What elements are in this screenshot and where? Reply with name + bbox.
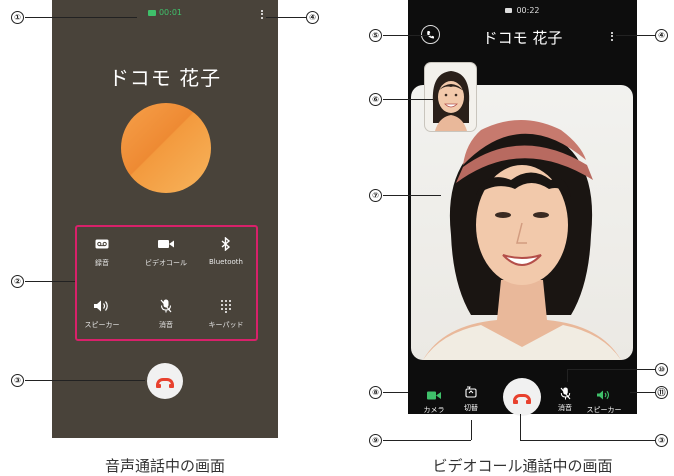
mute-button[interactable]: 消音: [136, 298, 196, 330]
switch-camera-icon: [451, 386, 491, 400]
callout-6: ⑥: [369, 93, 382, 106]
callout-line-9: [383, 440, 471, 441]
speaker-icon: [584, 388, 624, 402]
callout-5: ⑤: [369, 29, 382, 42]
more-options-icon[interactable]: [260, 8, 264, 20]
keypad-label: キーパッド: [208, 321, 244, 329]
callout-line-3-video: [520, 440, 655, 441]
callout-line-7: [383, 195, 441, 196]
callout-line-4-video: [616, 35, 655, 36]
caller-name: ドコモ 花子: [482, 29, 563, 47]
call-duration: 00:22: [516, 6, 540, 15]
end-call-button[interactable]: [503, 378, 541, 416]
mute-label: 消音: [159, 321, 173, 329]
call-duration: 00:01: [158, 8, 183, 17]
camera-toggle-button[interactable]: カメラ: [414, 388, 454, 415]
bluetooth-button[interactable]: Bluetooth: [196, 236, 256, 266]
video-call-button[interactable]: ビデオコール: [136, 236, 196, 268]
speaker-label: スピーカー: [586, 406, 622, 414]
video-call-caption: ビデオコール通話中の画面: [432, 457, 613, 475]
callout-4: ④: [306, 11, 319, 24]
callout-line-3-video-rise: [520, 414, 521, 440]
video-call-label: ビデオコール: [145, 259, 187, 267]
video-timer-icon: [505, 8, 513, 13]
speaker-icon: [72, 298, 132, 314]
record-label: 録音: [95, 259, 109, 267]
caller-name: ドコモ 花子: [108, 66, 222, 90]
end-call-icon: [513, 393, 531, 404]
bluetooth-icon: [196, 236, 256, 252]
camera-label: カメラ: [423, 406, 445, 414]
speaker-button[interactable]: スピーカー: [584, 388, 624, 415]
mic-off-icon: [545, 386, 585, 400]
end-call-button[interactable]: [147, 363, 183, 399]
video-call-screen: 00:22 ドコモ 花子 カメラ 切替 消音 スピーカー: [408, 0, 637, 416]
mute-button[interactable]: 消音: [545, 386, 585, 413]
speaker-button[interactable]: スピーカー: [72, 298, 132, 330]
mic-off-icon: [136, 298, 196, 314]
callout-10: ⑩: [655, 363, 668, 376]
switch-camera-label: 切替: [464, 404, 478, 412]
voice-call-caption: 音声通話中の画面: [104, 457, 225, 475]
status-bar: 00:01: [52, 8, 278, 17]
callout-3: ③: [11, 374, 24, 387]
callout-9: ⑨: [369, 434, 382, 447]
callout-2: ②: [11, 275, 24, 288]
callout-7: ⑦: [369, 189, 382, 202]
callout-1: ①: [11, 11, 24, 24]
callout-3-video: ③: [655, 434, 668, 447]
voicemail-icon: [72, 236, 132, 252]
callout-line-3: [25, 380, 145, 381]
call-timer-icon: [147, 9, 156, 16]
callout-line-9-rise: [471, 420, 472, 440]
camera-icon: [414, 388, 454, 402]
dialpad-icon: [196, 298, 256, 314]
callout-line-5: [383, 35, 430, 36]
record-button[interactable]: 録音: [72, 236, 132, 268]
callout-line-1: [25, 17, 137, 18]
keypad-button[interactable]: キーパッド: [196, 298, 256, 330]
end-call-icon: [156, 377, 174, 388]
self-view-pip[interactable]: [425, 63, 476, 131]
bluetooth-label: Bluetooth: [209, 258, 243, 266]
callout-line-8: [383, 392, 408, 393]
callout-8: ⑧: [369, 386, 382, 399]
more-options-icon[interactable]: [610, 30, 614, 42]
videocam-icon: [136, 236, 196, 252]
callout-line-10: [567, 369, 655, 370]
callout-4-video: ④: [655, 29, 668, 42]
callout-line-11: [630, 392, 655, 393]
callout-11: ⑪: [655, 386, 668, 399]
callout-line-6: [383, 99, 433, 100]
mute-label: 消音: [558, 404, 572, 412]
callout-line-2: [25, 281, 75, 282]
voice-call-screen: 00:01 ドコモ 花子 録音 ビデオコール Bluetooth スピーカー 消…: [52, 0, 278, 438]
switch-camera-button[interactable]: 切替: [451, 386, 491, 413]
speaker-label: スピーカー: [84, 321, 120, 329]
status-bar: 00:22: [408, 6, 637, 15]
callout-line-4: [266, 17, 306, 18]
callout-line-10-drop: [567, 369, 568, 382]
avatar: [121, 103, 211, 193]
